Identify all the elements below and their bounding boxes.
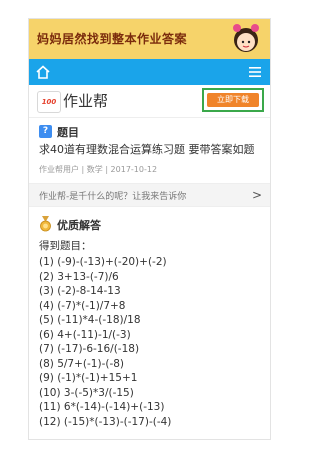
list-item: (11) 6*(-14)-(-14)+(-13): [39, 401, 165, 413]
top-nav-bar: [29, 59, 270, 85]
answer-heading: 优质解答: [39, 216, 270, 232]
list-item: (5) (-11)*4-(-18)/18: [39, 314, 141, 326]
chevron-right-icon: >: [251, 188, 262, 202]
list-item: (10) 3-(-5)*3/(-15): [39, 386, 134, 399]
list-item: (4) (-7)*(-1)/7+8: [39, 299, 126, 312]
list-item: (3) (-2)-8-14-13: [39, 285, 121, 297]
related-link[interactable]: 作业帮-是千什么的呢？让我来告诉你 >: [29, 183, 270, 207]
list-item: (8) 5/7+(-1)-(-8): [39, 357, 125, 370]
cartoon-girl-icon: [233, 24, 259, 52]
app-frame: 妈妈居然找到整本作业答案 100 作业帮 立即下载 ? 题目 求40道有理数混合…: [28, 18, 271, 440]
question-heading: ? 题目: [39, 124, 270, 140]
answer-heading-label: 优质解答: [57, 219, 101, 232]
list-item: (9) (-1)*(-1)+15+1: [39, 372, 138, 384]
app-promo-bar: 100 作业帮 立即下载: [29, 85, 270, 118]
app-brand-name: 作业帮: [63, 92, 109, 110]
medal-icon: [40, 216, 51, 232]
menu-icon[interactable]: [248, 65, 262, 79]
answer-intro: 得到题目：: [39, 240, 92, 252]
list-item: (6) 4+(-11)-1/(-3): [39, 328, 131, 341]
banner-text: 妈妈居然找到整本作业答案: [37, 32, 188, 46]
answer-list: (1) (-9)-(-13)+(-20)+(-2) (2) 3+13-(-7)/…: [39, 255, 270, 429]
app-logo-text: 100: [41, 98, 57, 106]
list-item: (12) (-15)*(-13)-(-17)-(-4): [39, 415, 172, 428]
ad-banner[interactable]: 妈妈居然找到整本作业答案: [29, 19, 270, 59]
list-item: (2) 3+13-(-7)/6: [39, 270, 119, 283]
related-link-text: 作业帮-是千什么的呢？让我来告诉你: [39, 192, 187, 202]
list-item: (1) (-9)-(-13)+(-20)+(-2): [39, 256, 167, 268]
list-item: (7) (-17)-6-16/(-18): [39, 343, 140, 355]
question-heading-label: 题目: [57, 126, 79, 139]
question-meta: 作业帮用户 | 数学 | 2017-10-12: [39, 165, 158, 174]
question-icon: ?: [39, 125, 52, 138]
app-logo: 100: [37, 91, 61, 113]
question-text: 求40道有理数混合运算练习题 要带答案如题: [39, 143, 255, 156]
download-highlight: 立即下载: [202, 88, 264, 112]
download-button[interactable]: 立即下载: [207, 93, 259, 107]
home-icon[interactable]: [35, 64, 51, 80]
